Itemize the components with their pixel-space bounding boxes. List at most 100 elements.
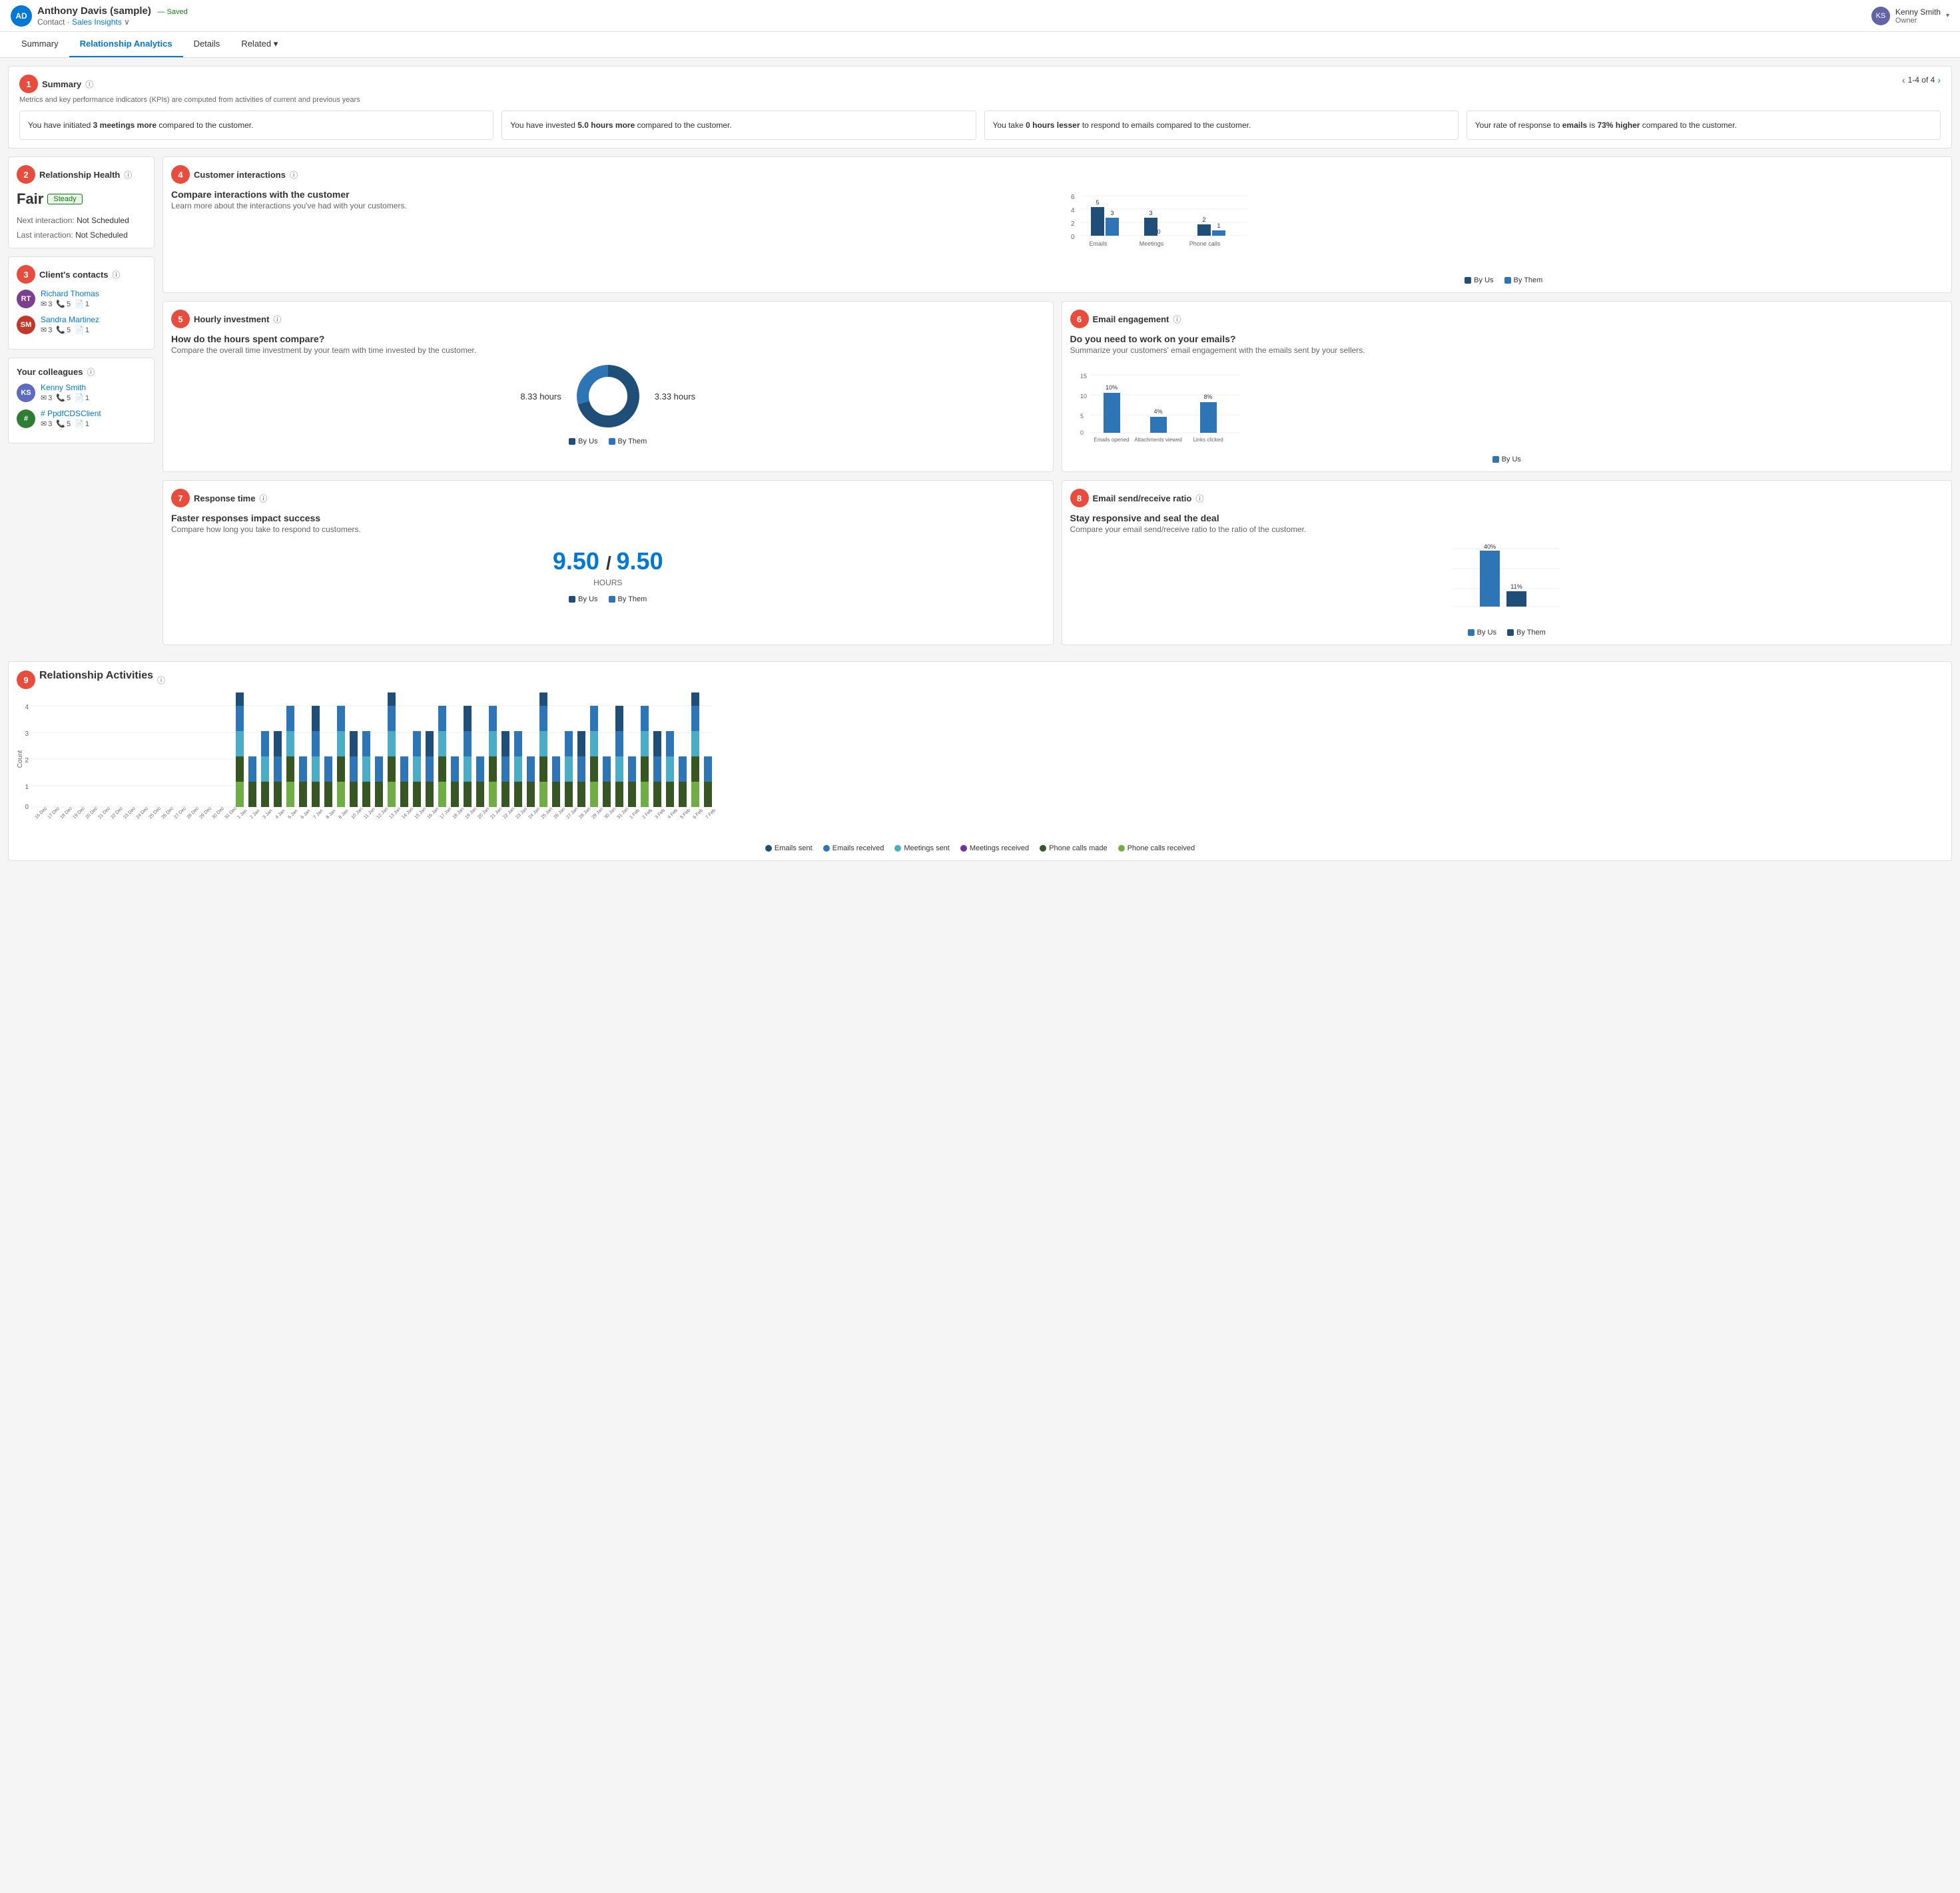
activity-bar-segment [501,782,509,807]
svg-text:14 Jan: 14 Jan [401,807,414,820]
activity-bar-segment [236,692,244,706]
colleagues-title: Your colleagues [17,367,83,377]
email-engagement-info[interactable]: ⓘ [1173,314,1181,325]
activities-legend: Emails sent Emails received Meetings sen… [17,844,1943,852]
activity-bar-segment [324,782,332,807]
hourly-title: Hourly investment [194,314,269,324]
hourly-dot-them [609,438,615,445]
email-engagement-chart: 15 10 5 0 10% 4% [1070,368,1243,448]
tab-details[interactable]: Details [183,32,231,57]
svg-text:19 Jan: 19 Jan [464,807,478,820]
summary-subtitle: Metrics and key performance indicators (… [19,96,360,104]
activity-bar-segment [666,731,674,756]
summary-info-icon[interactable]: ⓘ [85,79,93,90]
activity-bar-segment [274,731,282,756]
highlight-3: 0 hours lesser [1026,121,1080,130]
colleague-hash-name[interactable]: # PpdfCDSClient [41,409,101,418]
tab-summary[interactable]: Summary [11,32,69,57]
pagination-prev[interactable]: ‹ [1902,75,1905,85]
svg-text:20 Dec: 20 Dec [85,806,99,820]
response-time-info[interactable]: ⓘ [259,493,267,504]
activity-bar-segment [362,756,370,782]
tab-relationship-analytics[interactable]: Relationship Analytics [69,32,183,57]
activity-bar-segment [299,756,307,782]
clients-list: RT Richard Thomas ✉ 3 📞 5 📄 1 SM [17,289,146,334]
svg-text:15: 15 [1080,373,1087,380]
colleague-ks-name[interactable]: Kenny Smith [41,383,89,392]
activity-bar-segment [590,782,598,807]
activity-bar-segment [679,756,687,782]
svg-text:11%: 11% [1511,583,1522,590]
steady-badge: Steady [47,194,82,204]
colleague-hash-avatar: # [17,409,35,428]
pagination-next[interactable]: › [1937,75,1941,85]
hourly-investment-card: 5 Hourly investment ⓘ How do the hours s… [163,301,1054,472]
activity-bar-segment [426,756,434,782]
colleague-hash: # # PpdfCDSClient ✉ 3 📞 5 📄 1 [17,409,146,428]
rt-dot-us [569,596,575,603]
activity-bar-segment [248,756,256,782]
activity-bar-segment [666,782,674,807]
hourly-dot-us [569,438,575,445]
activity-bar-segment [261,731,269,756]
rel-health-header: 2 Relationship Health ⓘ [17,165,146,184]
activity-bar-segment [691,782,699,807]
svg-text:1: 1 [25,784,29,791]
activity-bar-segment [615,706,623,731]
activities-info[interactable]: ⓘ [157,675,165,686]
activity-bar-segment [489,756,497,782]
activity-bar-segment [464,782,472,807]
user-menu-chevron[interactable]: ▾ [1946,12,1949,19]
sm-calls: 📞 5 [56,326,71,334]
badge-4: 4 [171,165,190,184]
svg-text:3: 3 [1110,210,1114,216]
svg-text:2 Feb: 2 Feb [641,808,653,820]
activity-bar-segment [388,706,396,731]
email-sr-info[interactable]: ⓘ [1195,493,1203,504]
svg-text:4: 4 [1071,207,1075,214]
summary-cards: You have initiated 3 meetings more compa… [19,111,1941,140]
activities-header: 9 Relationship Activities ⓘ [17,670,1943,690]
activity-bar-segment [388,782,396,807]
highlight-1: 3 meetings more [93,121,157,130]
svg-text:18 Dec: 18 Dec [59,806,73,820]
health-status: Fair [17,190,43,208]
clients-info[interactable]: ⓘ [113,269,121,280]
activity-bar-segment [641,706,649,731]
contact-sm-name[interactable]: Sandra Martinez [41,315,99,324]
last-interaction: Last interaction: Not Scheduled [17,230,146,240]
svg-text:27 Dec: 27 Dec [173,806,187,820]
svg-text:3 Feb: 3 Feb [654,808,666,820]
svg-text:5 Jan: 5 Jan [287,808,298,820]
rel-health-info[interactable]: ⓘ [124,169,132,180]
svg-text:30 Dec: 30 Dec [211,806,225,820]
svg-text:40%: 40% [1484,543,1496,550]
activity-bar-segment [514,731,522,756]
activity-bar-segment [413,782,421,807]
contact-rt-name[interactable]: Richard Thomas [41,289,99,298]
interactions-info[interactable]: ⓘ [290,169,298,180]
interactions-content: Compare interactions with the customer L… [171,189,1943,284]
contact-sm-avatar: SM [17,316,35,334]
activity-bar-segment [527,756,535,782]
activity-bar-segment [236,731,244,756]
activity-bar-segment [286,782,294,807]
colleagues-info[interactable]: ⓘ [87,366,95,378]
breadcrumb-link[interactable]: Sales Insights [72,17,122,27]
activity-bar-segment [615,731,623,756]
donut-us-label: 8.33 hours [520,392,561,402]
x-axis-labels: 16 Dec 17 Dec 18 Dec 19 Dec 20 Dec 21 De… [34,806,716,820]
rel-health-status-row: Fair Steady [17,188,146,210]
tab-related[interactable]: Related ▾ [230,32,288,57]
activity-bar-segment [274,756,282,782]
svg-text:13 Jan: 13 Jan [388,807,402,820]
hourly-info[interactable]: ⓘ [273,314,281,325]
email-sr-dot-us [1468,629,1474,636]
response-time-header: 7 Response time ⓘ [171,489,1045,507]
activity-bar-segment [577,782,585,807]
svg-text:Attachments viewed: Attachments viewed [1134,437,1182,443]
svg-text:3 Jan: 3 Jan [262,808,273,820]
activity-bar-segment [691,731,699,756]
colleague-ks-icons: ✉ 3 📞 5 📄 1 [41,394,89,402]
contact-rt: RT Richard Thomas ✉ 3 📞 5 📄 1 [17,289,146,308]
